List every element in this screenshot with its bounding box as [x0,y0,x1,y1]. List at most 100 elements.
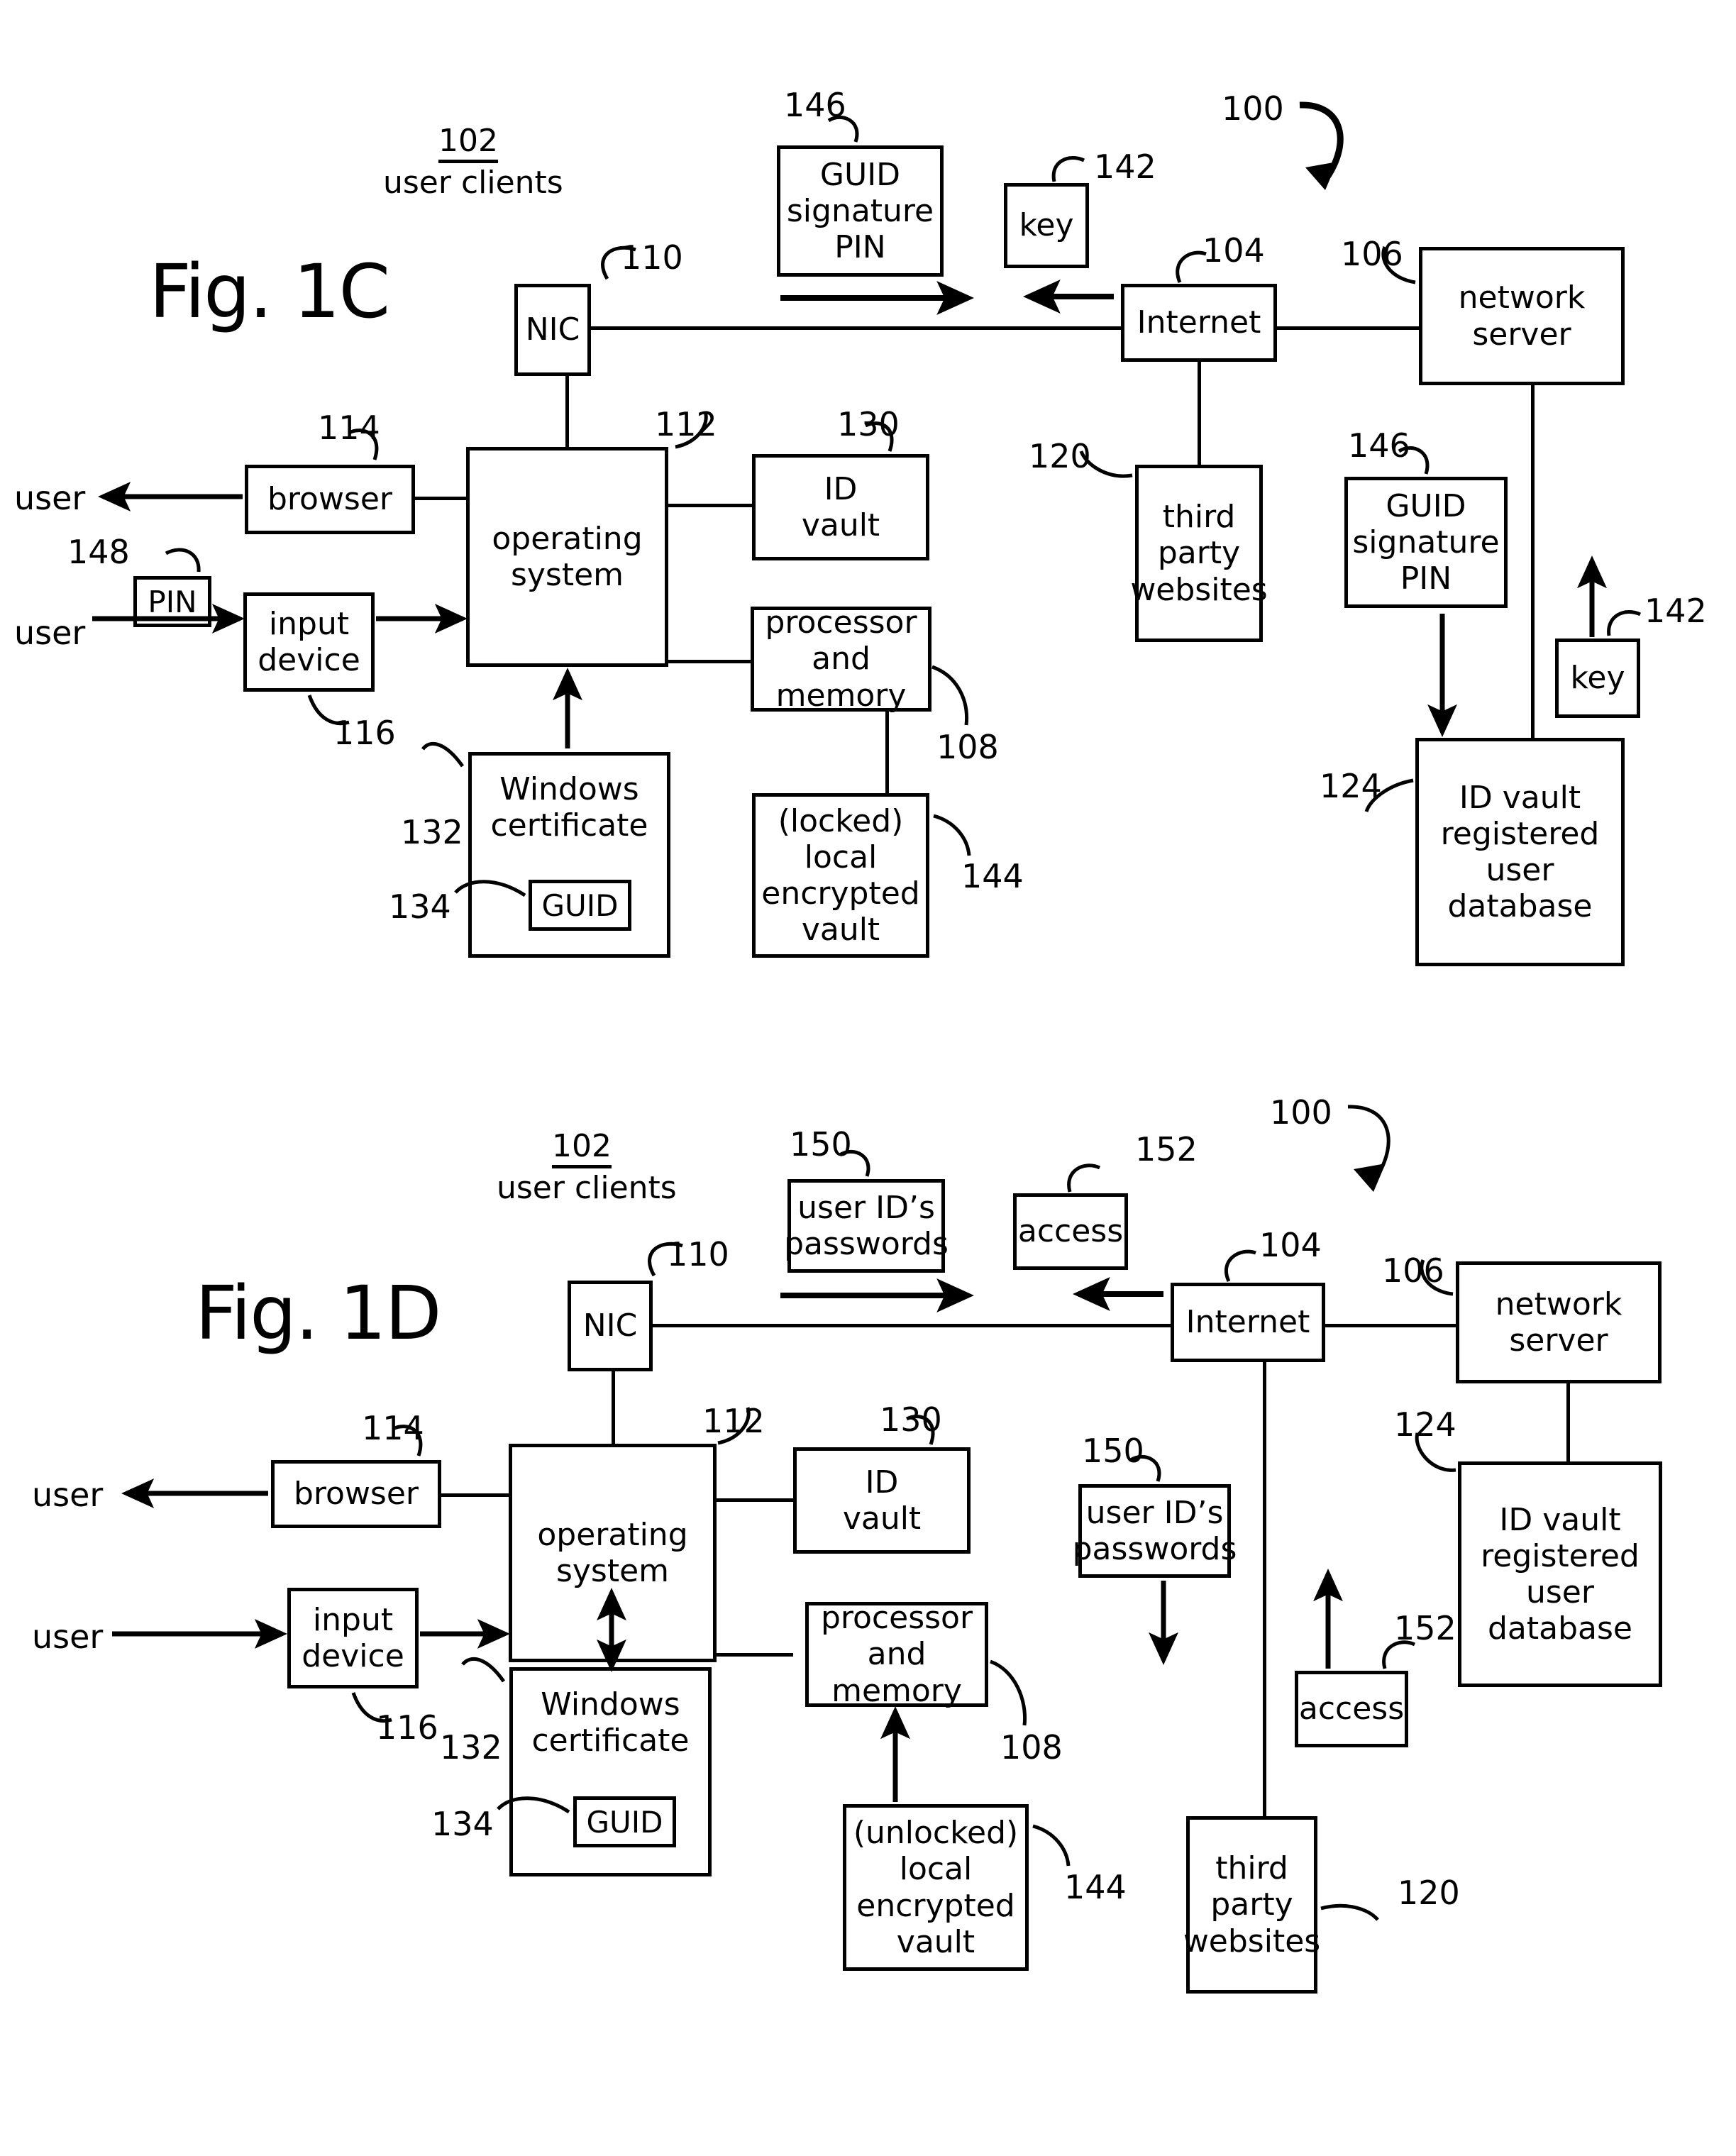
node-processor-memory-1c[interactable]: processor and memory [751,604,931,714]
actor-user-output-1d: user [32,1476,104,1514]
node-pin-1c[interactable]: PIN [133,576,211,627]
node-user-ids-passwords-client-1d[interactable]: user ID’s passwords [784,1179,949,1273]
ref-124-1c: 124 [1320,767,1382,805]
ref-114-1d: 114 [362,1409,424,1447]
line-internet-thirdparty-1d [1263,1362,1266,1859]
ref-system-100-1c: 100 [1222,89,1284,128]
line-server-db-1d [1566,1383,1570,1461]
node-id-vault-1d[interactable]: ID vault [793,1447,971,1554]
node-registered-user-database-1c[interactable]: ID vault registered user database [1415,738,1625,966]
ref-144-1d: 144 [1064,1868,1127,1906]
line-internet-server-1c [1277,326,1419,330]
node-local-encrypted-vault-1c[interactable]: (locked) local encrypted vault [752,793,929,958]
ref-132-1c: 132 [401,813,463,851]
ref-146-server-1c: 146 [1348,426,1410,465]
ref-120-1c: 120 [1029,437,1091,475]
node-key-server-1c[interactable]: key [1555,638,1640,718]
node-input-device-1d[interactable]: input device [287,1588,419,1688]
ref-116-1c: 116 [333,714,396,752]
node-access-client-1d[interactable]: access [1013,1193,1128,1270]
node-third-party-websites-1d[interactable]: third party websites [1183,1816,1320,1994]
line-os-processor-1c [667,660,752,663]
node-third-party-websites-1c[interactable]: third party websites [1130,465,1268,642]
figure-title-1c: Fig. 1C [149,248,390,335]
group-ref-102-1d: 102 [552,1129,612,1168]
line-internet-thirdparty-1c [1198,362,1201,468]
node-id-vault-1c[interactable]: ID vault [752,454,929,560]
ref-106-1c: 106 [1341,235,1403,273]
ref-120-1d: 120 [1398,1874,1460,1912]
ref-108-1c: 108 [936,728,999,766]
node-internet-1c[interactable]: Internet [1121,284,1277,362]
ref-142-server-1c: 142 [1644,592,1707,630]
group-caption-1c: user clients [383,164,563,201]
line-nic-internet-1c [529,326,1121,330]
group-ref-102-1c: 102 [438,124,498,163]
ref-108-1d: 108 [1000,1728,1063,1767]
node-network-server-1d[interactable]: network server [1456,1261,1662,1383]
node-processor-memory-1d[interactable]: processor and memory [805,1600,988,1709]
ref-148-1c: 148 [67,533,130,571]
ref-116-1d: 116 [376,1708,438,1747]
ref-150-server-1d: 150 [1082,1432,1144,1470]
node-guid-1c[interactable]: GUID [529,880,631,931]
group-label-user-clients-1d: 102 user clients [497,1129,677,1206]
group-caption-1d: user clients [497,1169,677,1206]
line-os-idvault-1c [667,504,752,507]
ref-system-100-1d: 100 [1270,1093,1332,1132]
ref-104-1d: 104 [1259,1226,1322,1264]
line-nic-os-1d [612,1371,615,1445]
line-nic-internet-1d [610,1324,1171,1327]
ref-152-server-1d: 152 [1394,1609,1456,1647]
line-internet-server-1d [1320,1324,1458,1327]
actor-user-output-1c: user [14,479,86,517]
line-server-db-1c [1531,385,1535,739]
ref-112-1c: 112 [655,405,717,443]
line-os-processor-1d [717,1653,793,1657]
node-guid-1d[interactable]: GUID [573,1796,676,1847]
line-processor-localvault-1c [885,712,889,793]
node-guid-signature-pin-client-1c[interactable]: GUID signature PIN [777,145,944,277]
ref-106-1d: 106 [1382,1251,1444,1290]
node-access-server-1d[interactable]: access [1295,1671,1408,1747]
line-os-idvault-1d [717,1498,795,1502]
ref-132-1d: 132 [440,1728,502,1767]
ref-110-1d: 110 [667,1235,729,1273]
ref-150-client-1d: 150 [790,1125,852,1163]
ref-110-1c: 110 [621,238,683,277]
actor-user-input-1c: user [14,614,86,652]
node-internet-1d[interactable]: Internet [1171,1283,1325,1362]
ref-134-1d: 134 [431,1805,494,1843]
ref-104-1c: 104 [1203,231,1265,270]
ref-146-client-1c: 146 [784,86,846,124]
ref-142-client-1c: 142 [1094,148,1156,186]
node-key-client-1c[interactable]: key [1004,183,1089,268]
ref-112-1d: 112 [702,1402,765,1440]
node-input-device-1c[interactable]: input device [243,592,375,692]
line-nic-os-1c [565,376,569,447]
node-network-server-1c[interactable]: network server [1419,247,1625,385]
node-nic-1c[interactable]: NIC [514,284,591,376]
node-local-encrypted-vault-1d[interactable]: (unlocked) local encrypted vault [843,1804,1029,1971]
group-label-user-clients-1c: 102 user clients [383,124,563,201]
ref-130-1d: 130 [880,1400,942,1439]
node-registered-user-database-1d[interactable]: ID vault registered user database [1458,1461,1662,1687]
node-guid-signature-pin-server-1c[interactable]: GUID signature PIN [1344,477,1508,608]
ref-124-1d: 124 [1394,1405,1456,1444]
line-browser-os-1c [415,497,468,500]
line-browser-os-1d [441,1493,509,1497]
node-browser-1c[interactable]: browser [245,465,415,534]
figure-title-1d: Fig. 1D [195,1270,442,1356]
node-nic-1d[interactable]: NIC [568,1281,653,1371]
patent-figure-sheet: Fig. 1C 102 user clients 100 NIC 110 GUI… [0,0,1736,2156]
node-browser-1d[interactable]: browser [271,1460,441,1528]
ref-114-1c: 114 [318,409,380,447]
ref-130-1c: 130 [837,405,900,443]
node-operating-system-1d[interactable]: operating system [509,1444,717,1662]
ref-152-client-1d: 152 [1135,1130,1198,1168]
node-operating-system-1c[interactable]: operating system [466,447,668,667]
actor-user-input-1d: user [32,1618,104,1656]
node-user-ids-passwords-server-1d[interactable]: user ID’s passwords [1073,1484,1237,1578]
ref-134-1c: 134 [389,888,451,926]
ref-144-1c: 144 [961,857,1024,895]
